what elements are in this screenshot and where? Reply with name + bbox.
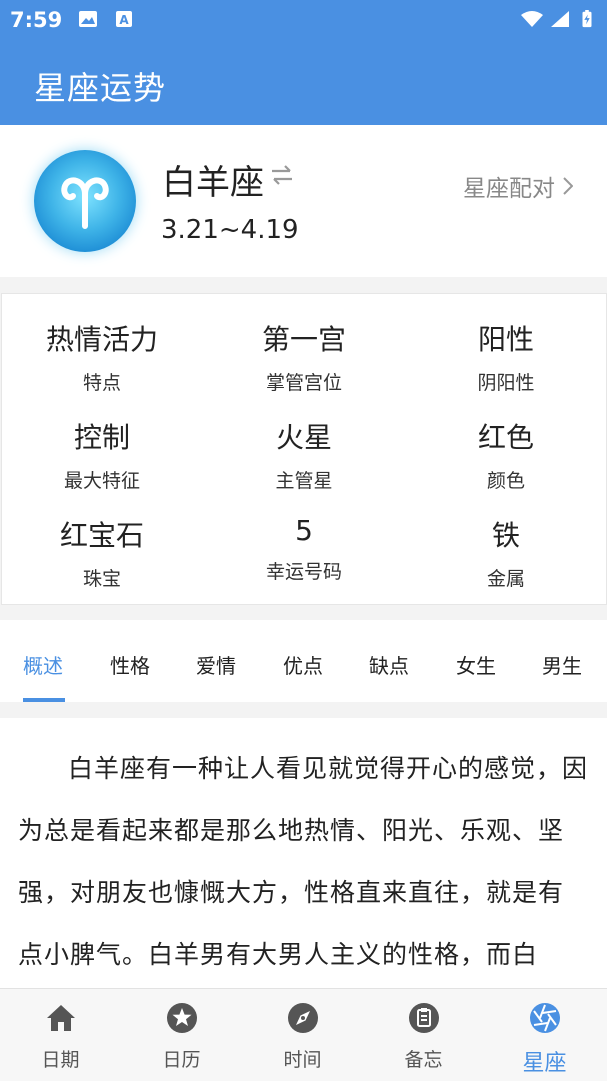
sign-match-label: 星座配对	[463, 176, 555, 202]
overview-text: 白羊座有一种让人看见就觉得开心的感觉，因为总是看起来都是那么地热情、阳光、乐观、…	[18, 754, 589, 969]
tab-female[interactable]: 女生	[456, 650, 496, 679]
nav-item-date[interactable]: 日期	[0, 989, 121, 1081]
tab-male[interactable]: 男生	[542, 650, 582, 679]
nav-item-memo[interactable]: 备忘	[363, 989, 484, 1081]
attribute-cell: 热情活力 特点	[2, 318, 202, 395]
clipboard-icon	[409, 1003, 439, 1033]
nav-label: 日期	[41, 1049, 80, 1071]
attribute-cell: 铁 金属	[406, 514, 606, 591]
sign-header: 白羊座 3.21~4.19 星座配对	[0, 125, 607, 277]
aperture-icon	[530, 1003, 560, 1033]
attribute-value: 红宝石	[59, 519, 144, 552]
attribute-label: 阴阳性	[477, 372, 535, 394]
compass-icon	[288, 1003, 318, 1033]
attribute-cell: 阳性 阴阳性	[406, 318, 606, 395]
status-time: 7:59	[10, 8, 63, 32]
chevron-right-icon	[563, 177, 573, 195]
svg-text:A: A	[119, 13, 129, 27]
battery-icon	[582, 10, 592, 28]
overview-content: 白羊座有一种让人看见就觉得开心的感觉，因为总是看起来都是那么地热情、阳光、乐观、…	[0, 718, 607, 988]
image-notification-icon	[79, 11, 97, 27]
sign-name: 白羊座	[162, 163, 264, 203]
attribute-label: 金属	[486, 568, 525, 590]
tab-bar: 概述 性格 爱情 优点 缺点 女生 男生	[0, 620, 607, 702]
attribute-cell: 控制 最大特征	[2, 416, 202, 493]
nav-label: 备忘	[404, 1049, 443, 1071]
attribute-label: 幸运号码	[265, 561, 342, 583]
nav-item-horoscope[interactable]: 星座	[484, 989, 605, 1081]
attribute-value: 控制	[73, 421, 130, 454]
attribute-value: 阳性	[477, 323, 534, 356]
nav-item-time[interactable]: 时间	[242, 989, 363, 1081]
attribute-cell: 红宝石 珠宝	[2, 514, 202, 591]
active-tab-indicator	[23, 698, 65, 702]
app-bar: 星座运势	[0, 40, 607, 125]
attribute-cell: 5 幸运号码	[204, 514, 404, 584]
attribute-label: 最大特征	[63, 470, 140, 492]
attribute-value: 5	[295, 514, 313, 547]
home-icon	[47, 1005, 75, 1031]
nav-label: 日历	[162, 1049, 201, 1071]
tab-love[interactable]: 爱情	[196, 650, 236, 679]
attribute-label: 掌管宫位	[265, 372, 342, 394]
signal-icon	[551, 11, 569, 27]
nav-label: 时间	[283, 1049, 322, 1071]
tab-weaknesses[interactable]: 缺点	[369, 650, 409, 679]
attribute-grid: 热情活力 特点 第一宫 掌管宫位 阳性 阴阳性 控制 最大特征 火星 主管星 红…	[1, 293, 607, 605]
attribute-label: 主管星	[275, 470, 333, 492]
sign-dates: 3.21~4.19	[161, 215, 299, 245]
attribute-cell: 火星 主管星	[204, 416, 404, 493]
sign-match-link[interactable]: 星座配对	[463, 169, 573, 203]
attribute-value: 铁	[491, 519, 520, 552]
star-icon	[167, 1003, 197, 1033]
nav-item-calendar[interactable]: 日历	[121, 989, 242, 1081]
attribute-label: 珠宝	[82, 568, 121, 590]
tab-overview[interactable]: 概述	[23, 650, 63, 679]
attribute-value: 热情活力	[45, 323, 158, 356]
attribute-cell: 红色 颜色	[406, 416, 606, 493]
tab-personality[interactable]: 性格	[110, 650, 150, 679]
attribute-value: 火星	[275, 421, 332, 454]
nav-label: 星座	[522, 1051, 567, 1076]
attribute-value: 第一宫	[261, 323, 346, 356]
bottom-nav: 日期 日历 时间 备忘 星座	[0, 988, 607, 1081]
attribute-cell: 第一宫 掌管宫位	[204, 318, 404, 395]
attribute-value: 红色	[477, 421, 534, 454]
status-bar: 7:59 A	[0, 0, 607, 40]
aries-badge	[34, 150, 136, 252]
tab-strengths[interactable]: 优点	[283, 650, 323, 679]
page-title: 星座运势	[34, 69, 167, 107]
attribute-label: 特点	[82, 372, 121, 394]
attribute-label: 颜色	[486, 470, 525, 492]
aries-symbol-icon	[61, 177, 109, 229]
wifi-icon	[521, 11, 543, 27]
a-notification-icon: A	[116, 11, 132, 27]
swap-icon[interactable]	[270, 165, 294, 185]
